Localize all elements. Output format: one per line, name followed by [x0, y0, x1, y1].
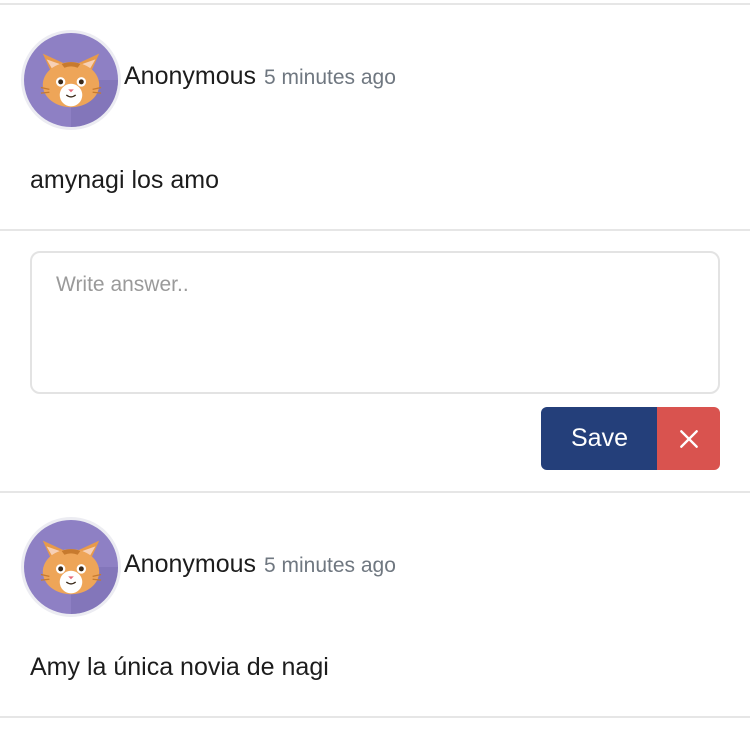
- top-divider: [0, 3, 750, 5]
- cat-avatar-icon[interactable]: [21, 517, 121, 617]
- save-button[interactable]: Save: [541, 407, 658, 470]
- comment-timestamp: 5 minutes ago: [264, 66, 396, 89]
- close-icon: [679, 429, 698, 448]
- comment-text: amynagi los amo: [30, 166, 219, 194]
- bottom-divider: [0, 716, 750, 718]
- comment-text: Amy la única novia de nagi: [30, 653, 329, 681]
- answer-input[interactable]: [30, 251, 720, 394]
- comment-author[interactable]: Anonymous: [124, 62, 256, 91]
- cat-avatar-icon[interactable]: [21, 30, 121, 130]
- comment-author[interactable]: Anonymous: [124, 550, 256, 579]
- close-button[interactable]: [657, 407, 720, 470]
- comment-divider: [0, 491, 750, 493]
- comment-divider: [0, 229, 750, 231]
- save-button-label: Save: [571, 424, 628, 452]
- comment-timestamp: 5 minutes ago: [264, 554, 396, 577]
